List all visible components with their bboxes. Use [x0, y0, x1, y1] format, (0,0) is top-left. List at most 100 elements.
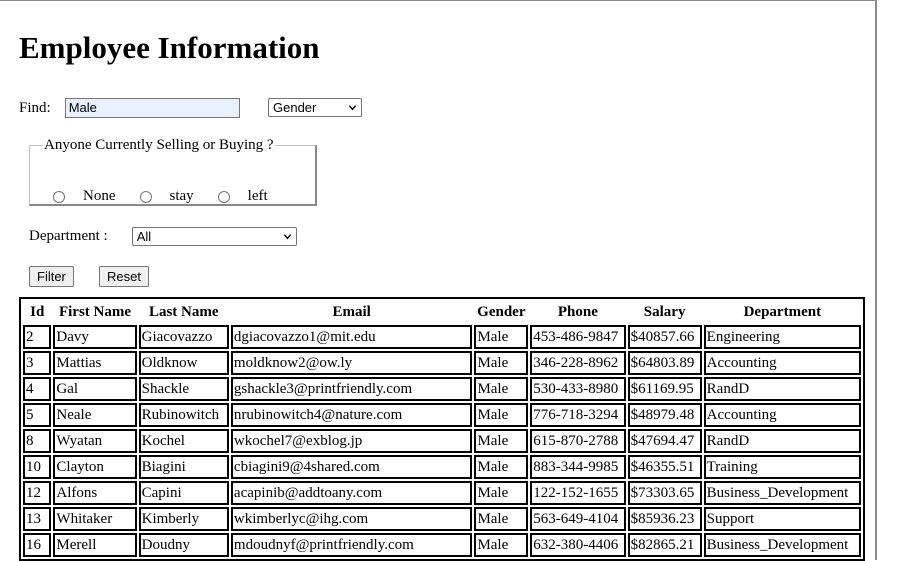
table-row: 8 Wyatan Kochel wkochel7@exblog.jp Male 615-8… — [23, 429, 861, 453]
cell-email: gshackle3@printfriendly.com — [230, 377, 473, 401]
cell-department: Accounting — [703, 403, 861, 427]
find-row: Find: Male — [19, 97, 240, 119]
cell-phone: 883-344-9985 — [530, 455, 626, 479]
cell-first-name: Gal — [53, 377, 137, 401]
cell-first-name: Neale — [53, 403, 137, 427]
cell-salary: $85936.23 — [627, 507, 702, 531]
find-label: Find: — [19, 99, 51, 116]
employee-table-body: 2 Davy Giacovazzo dgiacovazzo1@mit.edu Male 4… — [23, 325, 861, 557]
radio-none[interactable] — [53, 190, 65, 203]
cell-phone: 776-718-3294 — [530, 403, 626, 427]
header-salary: Salary — [643, 303, 686, 320]
cell-id: 3 — [23, 351, 52, 375]
cell-salary: $46355.51 — [627, 455, 702, 479]
cell-last-name: Doudny — [138, 533, 229, 557]
cell-gender: Male — [474, 455, 529, 479]
selling-buying-fieldset: Anyone Currently Selling or Buying ? Non… — [29, 136, 317, 206]
cell-salary: $82865.21 — [627, 533, 702, 557]
header-phone: Phone — [557, 303, 598, 320]
cell-id: 10 — [23, 455, 52, 479]
cell-first-name: Wyatan — [53, 429, 137, 453]
cell-first-name: Clayton — [53, 455, 137, 479]
cell-phone: 530-433-8980 — [530, 377, 626, 401]
cell-first-name: Alfons — [53, 481, 137, 505]
table-row: 3 Mattias Oldknow moldknow2@ow.ly Male 346-22… — [23, 351, 861, 375]
radio-none-label: None — [83, 188, 116, 204]
radio-left[interactable] — [217, 190, 230, 203]
cell-last-name: Capini — [138, 481, 229, 505]
cell-phone: 615-870-2788 — [530, 429, 626, 453]
cell-first-name: Merell — [53, 533, 137, 557]
cell-last-name: Kochel — [138, 429, 229, 453]
table-row: 5 Neale Rubinowitch nrubinowitch4@nature.co… — [23, 403, 861, 427]
table-row: 13 Whitaker Kimberly wkimberlyc@ihg.com Male… — [23, 507, 861, 531]
cell-gender: Male — [474, 533, 529, 557]
table-row: 4 Gal Shackle gshackle3@printfriendly.com Ma… — [23, 377, 861, 401]
table-row: 10 Clayton Biagini cbiagini9@4shared.com Mal… — [23, 455, 861, 479]
cell-id: 2 — [23, 325, 52, 349]
cell-id: 16 — [23, 533, 52, 557]
selling-radio-group: None stay left — [53, 188, 268, 205]
table-header-row: Id First Name Last Name Email Gender Pho… — [23, 301, 861, 323]
field-select-value: Gender — [273, 100, 317, 115]
cell-id: 4 — [23, 377, 52, 401]
cell-salary: $73303.65 — [627, 481, 702, 505]
cell-id: 8 — [23, 429, 52, 453]
cell-email: dgiacovazzo1@mit.edu — [230, 325, 473, 349]
cell-email: mdoudnyf@printfriendly.com — [230, 533, 473, 557]
cell-last-name: Kimberly — [138, 507, 229, 531]
department-label: Department : — [29, 228, 108, 244]
header-email: Email — [332, 303, 371, 320]
cell-phone: 346-228-8962 — [530, 351, 626, 375]
cell-last-name: Oldknow — [138, 351, 229, 375]
cell-department: Business_Development — [703, 533, 861, 557]
table-row: 16 Merell Doudny mdoudnyf@printfriendly.com… — [23, 533, 861, 557]
radio-stay[interactable] — [139, 190, 152, 203]
cell-email: nrubinowitch4@nature.com — [230, 403, 473, 427]
reset-button[interactable]: Reset — [99, 266, 149, 287]
cell-gender: Male — [474, 429, 529, 453]
cell-department: RandD — [703, 429, 861, 453]
cell-id: 5 — [23, 403, 52, 427]
cell-last-name: Shackle — [138, 377, 229, 401]
header-last-name: Last Name — [148, 303, 219, 320]
cell-id: 12 — [23, 481, 52, 505]
cell-last-name: Rubinowitch — [138, 403, 229, 427]
header-first-name: First Name — [58, 303, 132, 320]
header-department: Department — [743, 303, 822, 320]
find-input[interactable]: Male — [64, 98, 240, 118]
chevron-down-icon — [283, 234, 291, 240]
radio-left-label: left — [247, 188, 268, 204]
cell-gender: Male — [474, 403, 529, 427]
page-title: Employee Information — [19, 30, 320, 65]
cell-gender: Male — [474, 377, 529, 401]
filter-button[interactable]: Filter — [29, 266, 74, 287]
header-id: Id — [30, 303, 45, 320]
cell-id: 13 — [23, 507, 52, 531]
selling-buying-legend: Anyone Currently Selling or Buying ? — [44, 137, 274, 153]
cell-first-name: Whitaker — [53, 507, 137, 531]
cell-salary: $40857.66 — [627, 325, 702, 349]
radio-stay-label: stay — [169, 188, 194, 204]
cell-phone: 563-649-4104 — [530, 507, 626, 531]
cell-phone: 632-380-4406 — [530, 533, 626, 557]
cell-department: Accounting — [703, 351, 861, 375]
cell-salary: $64803.89 — [627, 351, 702, 375]
department-select-value: All — [136, 229, 152, 244]
cell-email: acapinib@addtoany.com — [230, 481, 473, 505]
cell-email: moldknow2@ow.ly — [230, 351, 473, 375]
cell-salary: $61169.95 — [627, 377, 702, 401]
department-select[interactable]: All — [131, 227, 297, 246]
cell-email: cbiagini9@4shared.com — [230, 455, 473, 479]
field-select[interactable]: Gender — [268, 98, 362, 117]
cell-first-name: Mattias — [53, 351, 137, 375]
cell-gender: Male — [474, 481, 529, 505]
cell-last-name: Biagini — [138, 455, 229, 479]
department-row: Department : All — [29, 227, 297, 246]
cell-phone: 122-152-1655 — [530, 481, 626, 505]
cell-department: RandD — [703, 377, 861, 401]
cell-last-name: Giacovazzo — [138, 325, 229, 349]
cell-department: Training — [703, 455, 861, 479]
cell-email: wkochel7@exblog.jp — [230, 429, 473, 453]
cell-gender: Male — [474, 325, 529, 349]
